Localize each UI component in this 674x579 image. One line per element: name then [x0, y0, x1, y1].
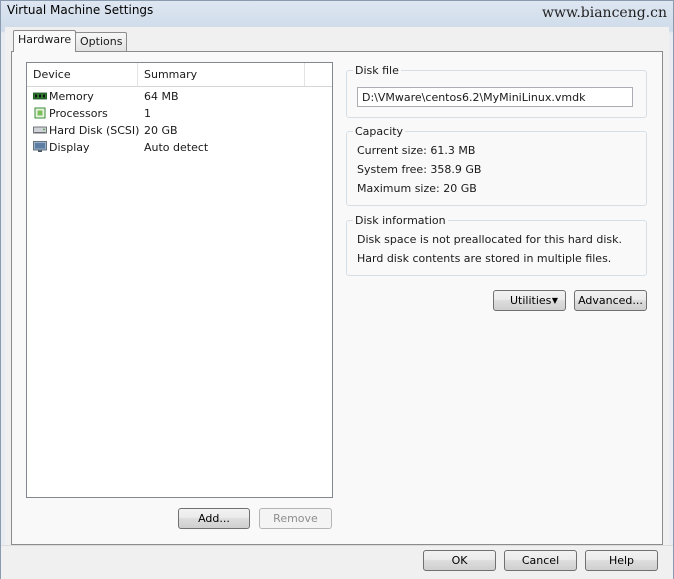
column-header-summary[interactable]: Summary: [138, 63, 305, 86]
disk-information-title: Disk information: [353, 214, 448, 227]
current-size-text: Current size: 61.3 MB: [357, 144, 476, 157]
tab-options[interactable]: Options: [75, 32, 128, 51]
device-summary: Auto detect: [144, 141, 209, 154]
system-free-text: System free: 358.9 GB: [357, 163, 482, 176]
device-name: Hard Disk (SCSI): [49, 124, 140, 137]
device-row-display[interactable]: Display Auto detect: [27, 139, 332, 156]
dialog-footer: OK Cancel Help: [1, 545, 673, 579]
capacity-title: Capacity: [353, 125, 406, 138]
device-summary: 1: [144, 107, 151, 120]
maximum-size-text: Maximum size: 20 GB: [357, 182, 477, 195]
disk-file-path-field[interactable]: D:\VMware\centos6.2\MyMiniLinux.vmdk: [357, 87, 633, 107]
remove-device-button[interactable]: Remove: [259, 508, 332, 529]
device-name: Memory: [49, 90, 94, 103]
hard-disk-icon: [33, 124, 47, 136]
tab-hardware[interactable]: Hardware: [13, 30, 77, 52]
add-device-button[interactable]: Add...: [178, 508, 250, 529]
hardware-tab-panel: Device Summary Memory 64 MB Processors 1…: [11, 51, 663, 545]
processor-icon: [33, 107, 47, 119]
display-icon: [33, 141, 47, 153]
cancel-button[interactable]: Cancel: [504, 550, 577, 571]
device-list[interactable]: Device Summary Memory 64 MB Processors 1…: [26, 62, 333, 498]
device-list-header: Device Summary: [27, 63, 332, 87]
disk-file-group: Disk file D:\VMware\centos6.2\MyMiniLinu…: [346, 64, 647, 118]
memory-icon: [32, 90, 48, 102]
column-header-device[interactable]: Device: [27, 63, 138, 86]
ok-button[interactable]: OK: [423, 550, 496, 571]
advanced-button[interactable]: Advanced...: [574, 290, 647, 311]
device-summary: 64 MB: [144, 90, 179, 103]
disk-info-line-1: Disk space is not preallocated for this …: [357, 233, 622, 246]
device-summary: 20 GB: [144, 124, 178, 137]
window-title: Virtual Machine Settings: [7, 3, 154, 17]
chevron-down-icon: ▼: [551, 296, 558, 305]
utilities-label: Utilities: [510, 294, 552, 307]
disk-file-title: Disk file: [353, 64, 401, 77]
device-row-memory[interactable]: Memory 64 MB: [27, 88, 332, 105]
disk-information-group: Disk information Disk space is not preal…: [346, 214, 647, 276]
help-button[interactable]: Help: [585, 550, 658, 571]
device-row-processors[interactable]: Processors 1: [27, 105, 332, 122]
device-name: Display: [49, 141, 90, 154]
disk-info-line-2: Hard disk contents are stored in multipl…: [357, 252, 612, 265]
device-name: Processors: [49, 107, 108, 120]
utilities-dropdown-button[interactable]: Utilities ▼: [493, 290, 566, 311]
capacity-group: Capacity Current size: 61.3 MB System fr…: [346, 125, 647, 206]
dialog-body: Hardware Options Device Summary Memory 6…: [5, 27, 669, 545]
watermark: www.bianceng.cn: [542, 5, 667, 21]
title-bar[interactable]: Virtual Machine Settings www.bianceng.cn: [1, 1, 673, 27]
device-row-hard-disk[interactable]: Hard Disk (SCSI) 20 GB: [27, 122, 332, 139]
vm-settings-window: Virtual Machine Settings www.bianceng.cn…: [0, 0, 674, 579]
